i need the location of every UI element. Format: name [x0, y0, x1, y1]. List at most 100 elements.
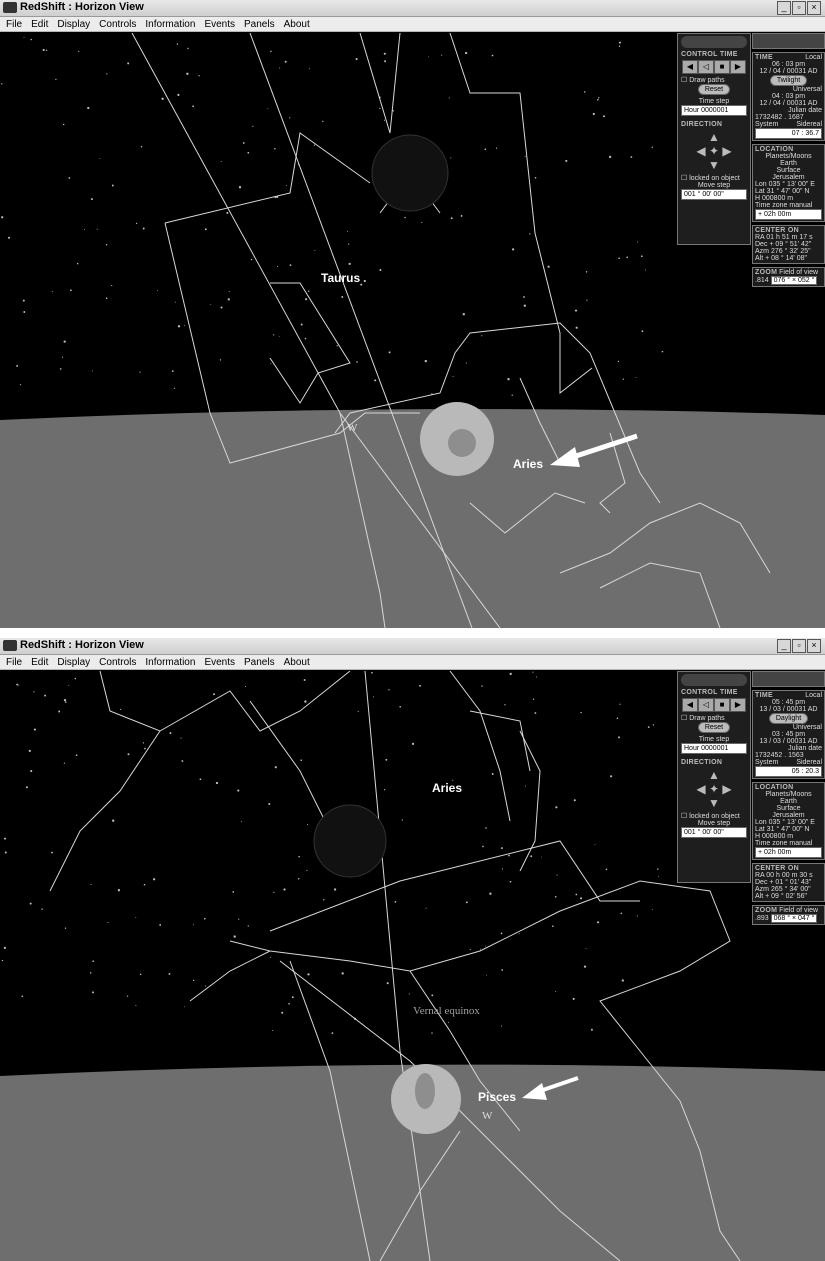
location-surface: Surface [776, 805, 801, 812]
toolbar-icons[interactable] [681, 36, 747, 48]
control-time-panel: CONTROL TIME ◀ ◁ ■ ▶ ☐ Draw paths Reset Tim… [677, 671, 751, 883]
label-target: Aries [513, 457, 543, 471]
step-back-button[interactable]: ◁ [698, 698, 714, 712]
zoom-value[interactable]: .893 [755, 915, 769, 922]
longitude: Lon 035 ° 13' 00" E [755, 819, 815, 826]
time-step-label: Time step [698, 736, 730, 743]
locked-on-object-checkbox[interactable]: ☐ locked on object [681, 174, 747, 182]
menu-about[interactable]: About [284, 655, 310, 669]
zoom-value[interactable]: .814 [755, 277, 769, 284]
time-zone-label: Time zone [755, 202, 788, 209]
rewind-button[interactable]: ◀ [682, 60, 698, 74]
menu-file[interactable]: File [6, 655, 22, 669]
draw-paths-checkbox[interactable]: ☐ Draw paths [681, 76, 747, 84]
minimize-button[interactable]: _ [777, 639, 791, 653]
time-panel: TIME Local 05 : 45 pm 13 / 03 / 00031 AD … [752, 690, 825, 779]
minimize-button[interactable]: _ [777, 1, 791, 15]
menu-about[interactable]: About [284, 17, 310, 31]
julian-label: Julian date [788, 107, 822, 114]
reset-button[interactable]: Reset [697, 84, 731, 95]
close-button[interactable]: × [807, 639, 821, 653]
location-header: LOCATION [755, 784, 794, 791]
play-button[interactable]: ▶ [730, 698, 746, 712]
play-button[interactable]: ▶ [730, 60, 746, 74]
menu-edit[interactable]: Edit [31, 655, 48, 669]
rewind-button[interactable]: ◀ [682, 698, 698, 712]
draw-paths-label: Draw paths [689, 715, 725, 722]
control-panels: CONTROL TIME ◀ ◁ ■ ▶ ☐ Draw paths Reset Tim… [677, 671, 825, 989]
location-panel: LOCATION Planets/Moons Earth Surface Jer… [752, 144, 825, 222]
menu-panels[interactable]: Panels [244, 655, 275, 669]
label-constellation: Taurus [321, 271, 360, 285]
location-city: Jerusalem [772, 812, 805, 819]
moon-shadow [415, 1073, 435, 1109]
system-label: System [755, 759, 779, 766]
menu-controls[interactable]: Controls [99, 17, 136, 31]
julian-date: 1732452 . 1563 [755, 752, 804, 759]
julian-date: 1732482 . 1687 [755, 114, 804, 121]
move-step-field[interactable]: 001 ° 00' 00" [681, 827, 747, 838]
time-step-field[interactable]: Hour 0000001 [681, 743, 747, 754]
info-toolbar[interactable] [752, 33, 825, 49]
direction-pad[interactable]: ▲ ◀ ✦ ▶ ▼ [681, 130, 747, 172]
menu-panels[interactable]: Panels [244, 17, 275, 31]
time-zone-field[interactable]: + 02h 00m [755, 209, 822, 220]
toolbar-icons[interactable] [681, 674, 747, 686]
sidereal-label: Sidereal [796, 759, 822, 766]
locked-label: locked on object [689, 175, 740, 182]
sidereal-label: Sidereal [796, 121, 822, 128]
right-ascension: RA 00 h 00 m 30 s [755, 872, 813, 879]
menu-events[interactable]: Events [204, 17, 235, 31]
draw-paths-checkbox[interactable]: ☐ Draw paths [681, 714, 747, 722]
ut-date: 13 / 03 / 00031 AD [759, 738, 818, 745]
location-body: Earth [780, 798, 797, 805]
zoom-panel: ZOOM Field of view .814 076 ° × 052 ° [752, 267, 825, 287]
info-toolbar[interactable] [752, 671, 825, 687]
move-step-label: Move step [697, 182, 731, 189]
maximize-button[interactable]: ▫ [792, 1, 806, 15]
stop-button[interactable]: ■ [714, 60, 730, 74]
draw-paths-label: Draw paths [689, 77, 725, 84]
info-panel: TIME Local 05 : 45 pm 13 / 03 / 00031 AD … [752, 671, 825, 989]
azimuth: Azm 265 ° 34' 00" [755, 886, 811, 893]
move-step-field[interactable]: 001 ° 00' 00" [681, 189, 747, 200]
location-body: Earth [780, 160, 797, 167]
fov-label: Field of view [779, 907, 819, 914]
control-time-header: CONTROL TIME [681, 51, 738, 58]
maximize-button[interactable]: ▫ [792, 639, 806, 653]
menu-edit[interactable]: Edit [31, 17, 48, 31]
menu-controls[interactable]: Controls [99, 655, 136, 669]
moon-shadow [448, 429, 476, 457]
title-bar: RedShift : Horizon View _ ▫ × [0, 638, 825, 655]
local-label: Local [805, 692, 822, 699]
menu-events[interactable]: Events [204, 655, 235, 669]
reset-button[interactable]: Reset [697, 722, 731, 733]
time-panel: TIME Local 06 : 03 pm 12 / 04 / 00031 AD … [752, 52, 825, 141]
menu-display[interactable]: Display [57, 655, 90, 669]
ut-time: 04 : 03 pm [771, 93, 806, 100]
locked-label: locked on object [689, 813, 740, 820]
julian-label: Julian date [788, 745, 822, 752]
time-step-field[interactable]: Hour 0000001 [681, 105, 747, 116]
close-button[interactable]: × [807, 1, 821, 15]
azimuth: Azm 276 ° 32' 25" [755, 248, 811, 255]
locked-on-object-checkbox[interactable]: ☐ locked on object [681, 812, 747, 820]
local-date: 12 / 04 / 00031 AD [759, 68, 818, 75]
sun-disc-below [371, 134, 449, 212]
time-zone-field[interactable]: + 02h 00m [755, 847, 822, 858]
direction-pad[interactable]: ▲ ◀ ✦ ▶ ▼ [681, 768, 747, 810]
menu-information[interactable]: Information [145, 17, 195, 31]
menu-bar: File Edit Display Controls Information E… [0, 17, 825, 32]
latitude: Lat 31 ° 47' 00" N [755, 188, 810, 195]
light-mode-badge: Daylight [768, 713, 809, 724]
info-panel: TIME Local 06 : 03 pm 12 / 04 / 00031 AD … [752, 33, 825, 351]
menu-information[interactable]: Information [145, 655, 195, 669]
location-surface: Surface [776, 167, 801, 174]
step-back-button[interactable]: ◁ [698, 60, 714, 74]
manual-label: manual [789, 840, 813, 847]
local-time: 06 : 03 pm [771, 61, 806, 68]
menu-display[interactable]: Display [57, 17, 90, 31]
vernal-equinox-label: Vernal equinox [413, 1005, 480, 1017]
stop-button[interactable]: ■ [714, 698, 730, 712]
menu-file[interactable]: File [6, 17, 22, 31]
